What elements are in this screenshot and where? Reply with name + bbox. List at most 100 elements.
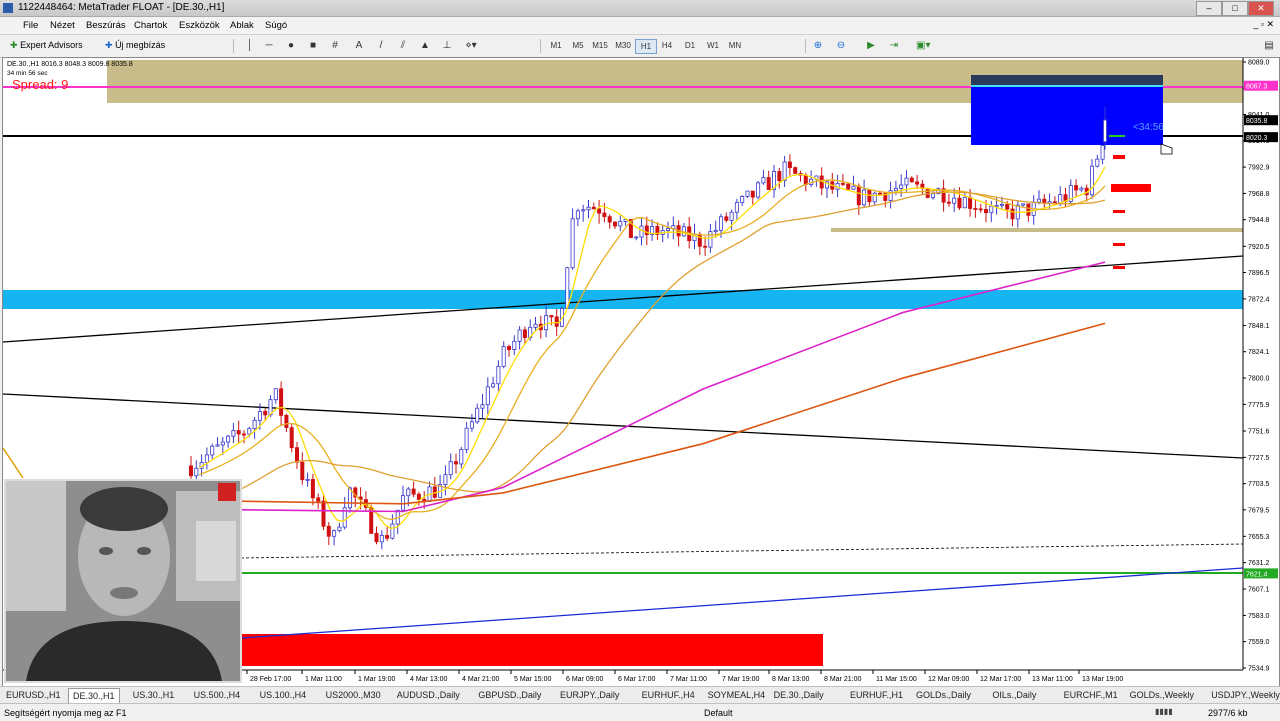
text-tool-icon[interactable]: A — [352, 39, 366, 52]
zoom-out-icon[interactable]: ⊖ — [834, 39, 848, 52]
chart-tab[interactable]: GOLDs.,Daily — [912, 688, 975, 702]
chart-tab[interactable]: US.30.,H1 — [129, 688, 179, 702]
candle-body — [634, 236, 639, 239]
price-tag-label: 8067.3 — [1246, 84, 1268, 91]
hline-icon[interactable]: ─ — [262, 39, 276, 52]
close-button[interactable]: ✕ — [1248, 1, 1274, 16]
tf-m5[interactable]: M5 — [568, 39, 588, 52]
mdi-controls[interactable]: _ ▫ ✕ — [1253, 19, 1274, 30]
candle-body — [247, 428, 252, 435]
fibo-icon[interactable]: ⊥ — [440, 39, 454, 52]
signal-mark — [1113, 266, 1125, 269]
chart-tab[interactable]: US.500.,H4 — [190, 688, 245, 702]
chart-tab[interactable]: SOYMEAL,H4 — [704, 688, 770, 702]
menu-help[interactable]: Súgó — [265, 20, 287, 31]
candle-body — [734, 202, 739, 213]
candle-body — [1010, 208, 1015, 220]
price-tag-label: 7621.4 — [1246, 571, 1268, 578]
chart-tab[interactable]: GBPUSD.,Daily — [474, 688, 545, 702]
chart-tab[interactable]: EURCHF.,M1 — [1060, 688, 1122, 702]
chart-tab[interactable]: DE.30.,H1 — [68, 688, 120, 703]
menu-view[interactable]: Nézet — [50, 20, 75, 31]
chart-tab[interactable]: OILs.,Daily — [988, 688, 1040, 702]
new-order-button[interactable]: ✚ Új megbízás — [105, 38, 165, 53]
candle-body — [851, 185, 856, 190]
chart-tab[interactable]: DE.30.,Daily — [770, 688, 828, 702]
candle-body — [618, 221, 623, 227]
channel-icon[interactable]: ⫽ — [396, 39, 410, 52]
cursor-icon[interactable]: │ — [243, 39, 257, 52]
ellipse-icon[interactable]: ● — [284, 39, 298, 52]
chart-tab[interactable]: AUDUSD.,Daily — [393, 688, 464, 702]
tf-h1[interactable]: H1 — [635, 39, 657, 54]
candle-body — [1058, 194, 1063, 204]
window-title: 1122448464: MetaTrader FLOAT - [DE.30.,H… — [18, 2, 225, 13]
candle-body — [220, 441, 225, 446]
candle-body — [840, 183, 845, 185]
candle-body — [263, 411, 268, 416]
tf-h4[interactable]: H4 — [657, 39, 677, 52]
signal-mark — [1113, 155, 1125, 159]
tf-mn[interactable]: MN — [725, 39, 745, 52]
tf-w1[interactable]: W1 — [703, 39, 723, 52]
panel-icon[interactable]: ▤ — [1262, 39, 1276, 52]
tf-m1[interactable]: M1 — [546, 39, 566, 52]
chart-tab[interactable]: GOLDs.,Weekly — [1126, 688, 1198, 702]
menu-window[interactable]: Ablak — [230, 20, 254, 31]
tf-m30[interactable]: M30 — [613, 39, 633, 52]
grid-icon[interactable]: # — [328, 39, 342, 52]
menu-charts[interactable]: Chartok — [134, 20, 167, 31]
chart-shift-icon[interactable]: ⇥ — [887, 39, 901, 52]
candle-body — [989, 205, 994, 214]
candle-body — [1026, 203, 1031, 216]
candle-body — [236, 430, 241, 435]
price-tick-label: 7655.3 — [1248, 534, 1270, 541]
status-bar: Segítségért nyomja meg az F1 Default ▮▮▮… — [0, 703, 1280, 721]
candle-body — [570, 218, 575, 269]
chart-tab[interactable]: EURUSD.,H1 — [2, 688, 65, 702]
candle-body — [188, 465, 193, 477]
toolbar: ✚ Expert Advisors ✚ Új megbízás │ ─ ● ■ … — [0, 35, 1280, 58]
candle-body — [544, 315, 549, 331]
autoscroll-icon[interactable]: ▶ — [864, 39, 878, 52]
time-tick-label: 5 Mar 15:00 — [514, 676, 551, 683]
candle-body — [999, 203, 1004, 206]
candle-body — [872, 192, 877, 203]
candle-body — [194, 467, 199, 477]
chart-tab[interactable]: EURHUF.,H1 — [846, 688, 907, 702]
templates-icon[interactable]: ▣▾ — [916, 39, 930, 52]
rectangle-icon[interactable]: ■ — [306, 39, 320, 52]
tf-m15[interactable]: M15 — [590, 39, 610, 52]
candle-body — [496, 365, 501, 385]
candle-body — [968, 196, 973, 209]
menu-file[interactable]: File — [23, 20, 38, 31]
maximize-button[interactable]: □ — [1222, 1, 1248, 16]
symbol-info: DE.30.,H1 8016.3 8048.3 8009.8 8035.8 — [7, 61, 133, 68]
candle-body — [416, 493, 421, 500]
minimize-button[interactable]: – — [1196, 1, 1222, 16]
chart-tab[interactable]: EURHUF.,H4 — [638, 688, 699, 702]
expert-advisors-button[interactable]: ✚ Expert Advisors — [10, 38, 83, 53]
chart-tab[interactable]: EURJPY.,Daily — [556, 688, 623, 702]
price-tick-label: 8089.0 — [1248, 60, 1270, 67]
chart-tab[interactable]: USDJPY.,Weekly — [1207, 688, 1280, 702]
candle-series — [188, 106, 1125, 550]
price-tick-label: 7896.5 — [1248, 270, 1270, 277]
candle-body — [962, 196, 967, 209]
menu-tools[interactable]: Eszközök — [179, 20, 220, 31]
menu-insert[interactable]: Beszúrás — [86, 20, 126, 31]
candle-body — [406, 488, 411, 497]
chart-tab[interactable]: US2000.,M30 — [322, 688, 385, 702]
candle-body — [644, 225, 649, 236]
trendline-icon[interactable]: / — [374, 39, 388, 52]
menu-bar: File Nézet Beszúrás Chartok Eszközök Abl… — [0, 17, 1280, 35]
candle-body — [915, 181, 920, 185]
arrow-up-icon[interactable]: ▲ — [418, 39, 432, 52]
time-tick-label: 6 Mar 09:00 — [566, 676, 603, 683]
zoom-in-icon[interactable]: ⊕ — [811, 39, 825, 52]
shapes-dropdown-icon[interactable]: ⋄▾ — [464, 39, 478, 52]
candle-body — [607, 216, 612, 223]
chart-tab[interactable]: US.100.,H4 — [256, 688, 311, 702]
price-tag-label: 8020.3 — [1246, 135, 1268, 142]
tf-d1[interactable]: D1 — [680, 39, 700, 52]
